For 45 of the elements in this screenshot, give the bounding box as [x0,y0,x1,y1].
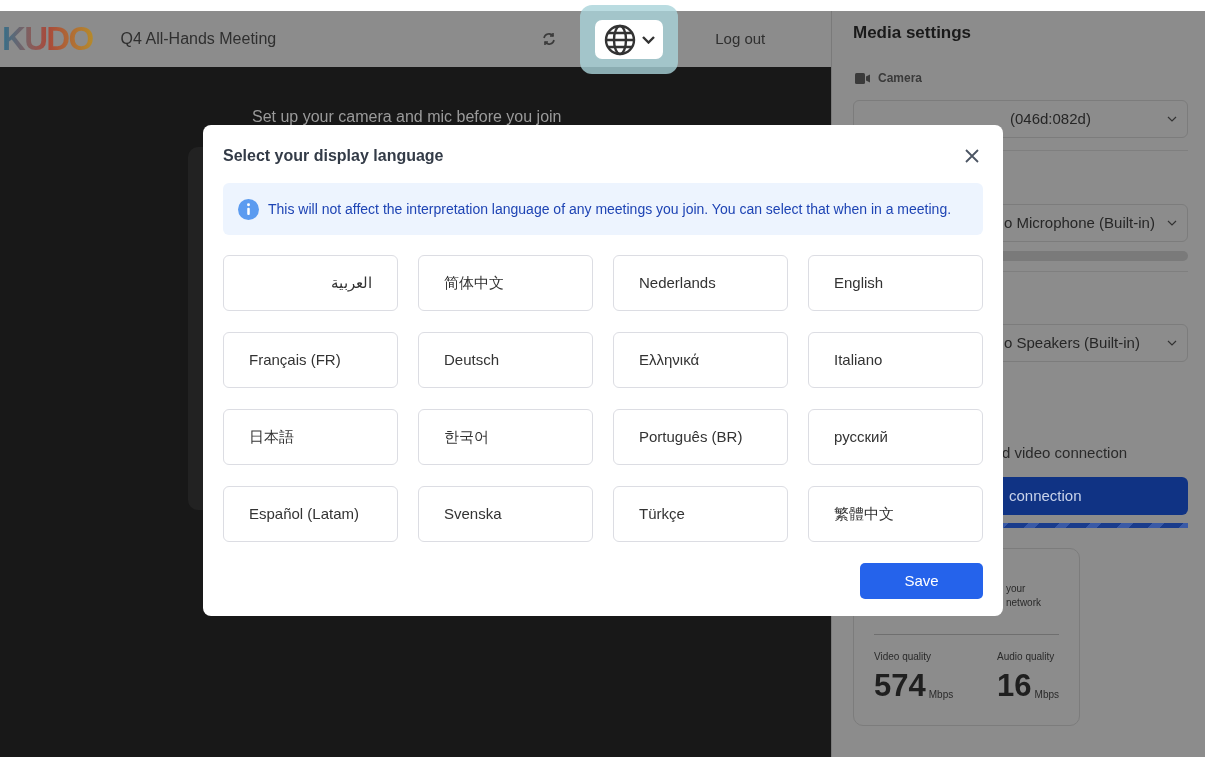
quality-label: Audio quality [997,650,1056,664]
camera-icon [855,72,871,84]
language-option[interactable]: Türkçe [613,486,788,542]
language-option[interactable]: Deutsch [418,332,593,388]
quality-unit: Mbps [928,688,954,702]
quality-label: Video quality [874,650,933,664]
language-button[interactable] [595,20,663,59]
language-option[interactable]: Português (BR) [613,409,788,465]
chevron-icon [1167,116,1177,122]
language-option[interactable]: Nederlands [613,255,788,311]
language-option[interactable]: English [808,255,983,311]
quality-value: 574 [874,670,926,702]
language-option[interactable]: 한국어 [418,409,593,465]
logout-button[interactable]: Log out [715,27,766,51]
chevron-icon [1167,220,1177,226]
panel-title: Media settings [853,22,973,44]
language-option[interactable]: Svenska [418,486,593,542]
camera-label: Camera [878,70,923,87]
language-option[interactable]: 日本語 [223,409,398,465]
language-option[interactable]: العربية [223,255,398,311]
info-icon [238,198,259,220]
language-option[interactable]: Español (Latam) [223,486,398,542]
save-button[interactable]: Save [860,563,983,599]
chevron-icon [1167,340,1177,346]
quality-unit: Mbps [1034,688,1059,702]
camera-device: (046d:082d) [1010,108,1091,129]
language-option[interactable]: русский [808,409,983,465]
connection-text: d video connection [1001,443,1129,462]
close-icon[interactable] [965,149,979,163]
meeting-title: Q4 All-Hands Meeting [120,29,277,49]
speaker-device: o Speakers (Built-in) [1004,332,1140,353]
quality-value: 16 [997,670,1032,702]
tip-text: your [1006,582,1027,596]
globe-icon [603,23,636,56]
chevron-icon [641,35,655,44]
microphone-device: o Microphone (Built-in) [1004,212,1155,233]
language-option[interactable]: 繁體中文 [808,486,983,542]
dialog-title: Select your display language [223,146,444,166]
language-option[interactable]: Français (FR) [223,332,398,388]
language-option[interactable]: Italiano [808,332,983,388]
refresh-icon[interactable] [541,31,558,47]
tip-text: network [1006,596,1042,610]
preview-prompt: Set up your camera and mic before you join [252,107,562,127]
language-option[interactable]: 简体中文 [418,255,593,311]
language-option[interactable]: Ελληνικά [613,332,788,388]
